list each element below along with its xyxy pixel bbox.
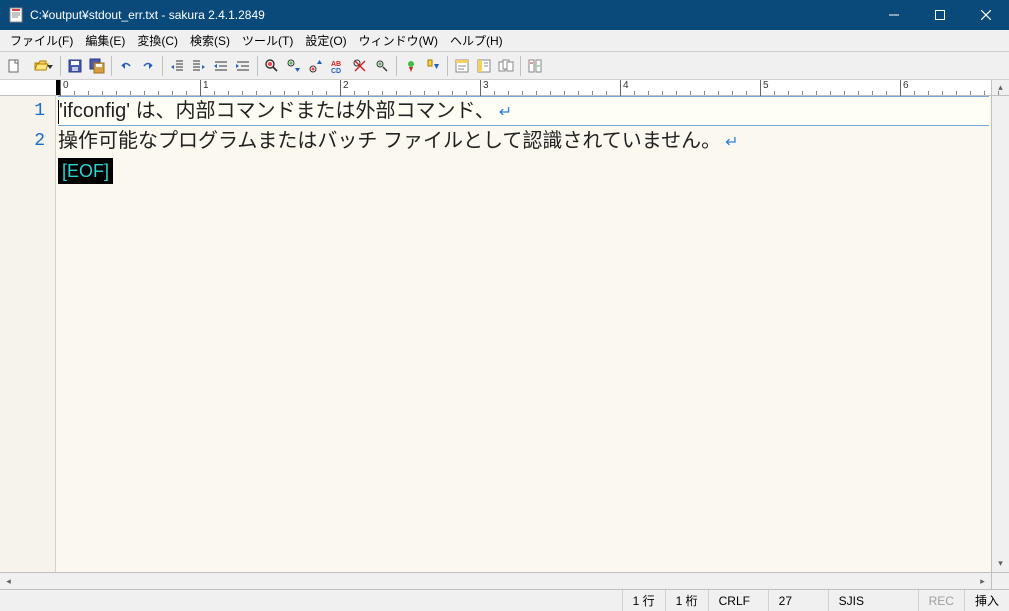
save-icon[interactable] xyxy=(65,55,85,77)
crlf-mark: ↵ xyxy=(499,104,512,121)
line-number: 2 xyxy=(0,126,45,156)
menu-search[interactable]: 検索(S) xyxy=(184,30,236,51)
bookmark-next-icon[interactable] xyxy=(423,55,443,77)
svg-text:AB: AB xyxy=(331,61,341,68)
indent-right-icon[interactable] xyxy=(189,55,209,77)
status-charcode[interactable]: 27 xyxy=(768,590,828,611)
open-file-icon[interactable] xyxy=(26,55,56,77)
ruler-gutter xyxy=(0,80,56,95)
find-prev-icon[interactable] xyxy=(306,55,326,77)
close-button[interactable] xyxy=(963,0,1009,30)
toolbar-separator xyxy=(396,56,397,76)
find-mark-icon[interactable] xyxy=(350,55,370,77)
bookmark-toggle-icon[interactable] xyxy=(401,55,421,77)
outdent-icon[interactable] xyxy=(211,55,231,77)
status-col[interactable]: 1 桁 xyxy=(665,590,708,611)
menu-window[interactable]: ウィンドウ(W) xyxy=(353,30,444,51)
line-number: 1 xyxy=(0,96,45,126)
indent-left-icon[interactable] xyxy=(167,55,187,77)
svg-text:CD: CD xyxy=(331,68,341,74)
menu-edit[interactable]: 編集(E) xyxy=(79,30,131,51)
status-line[interactable]: 1 行 xyxy=(622,590,665,611)
tab-list-icon[interactable] xyxy=(496,55,516,77)
status-insert[interactable]: 挿入 xyxy=(964,590,1009,611)
status-newline[interactable]: CRLF xyxy=(708,590,768,611)
text-line[interactable]: 'ifconfig' は、内部コマンドまたは外部コマンド、↵ xyxy=(58,96,989,126)
toolbar-separator xyxy=(447,56,448,76)
scroll-line-up[interactable]: ▴ xyxy=(991,80,1009,95)
line-number-gutter: 12 xyxy=(0,96,56,572)
new-file-icon[interactable] xyxy=(4,55,24,77)
outline-icon[interactable] xyxy=(452,55,472,77)
window-title: C:¥output¥stdout_err.txt - sakura 2.4.1.… xyxy=(30,8,871,22)
redo-icon[interactable] xyxy=(138,55,158,77)
statusbar: 1 行 1 桁 CRLF 27 SJIS REC 挿入 xyxy=(0,589,1009,611)
toolbar: ABCD xyxy=(0,52,1009,80)
menu-convert[interactable]: 変換(C) xyxy=(131,30,184,51)
scroll-right-icon[interactable]: ▸ xyxy=(974,573,991,589)
size-grip[interactable] xyxy=(991,573,1009,589)
menu-help[interactable]: ヘルプ(H) xyxy=(444,30,509,51)
toolbar-separator xyxy=(162,56,163,76)
horizontal-scrollbar[interactable]: ◂ ▸ xyxy=(0,572,1009,589)
toolbar-separator xyxy=(257,56,258,76)
minimize-button[interactable] xyxy=(871,0,917,30)
menu-settings[interactable]: 設定(O) xyxy=(299,30,352,51)
scroll-left-icon[interactable]: ◂ xyxy=(0,573,17,589)
status-encoding[interactable]: SJIS xyxy=(828,590,918,611)
ruler: 0123456 ▴ xyxy=(0,80,1009,96)
menu-tools[interactable]: ツール(T) xyxy=(236,30,299,51)
text-line[interactable]: 操作可能なプログラムまたはバッチ ファイルとして認識されていません。↵ xyxy=(58,126,989,156)
titlebar: C:¥output¥stdout_err.txt - sakura 2.4.1.… xyxy=(0,0,1009,30)
undo-icon[interactable] xyxy=(116,55,136,77)
replace-icon[interactable]: ABCD xyxy=(328,55,348,77)
indent-icon[interactable] xyxy=(233,55,253,77)
clear-mark-icon[interactable] xyxy=(372,55,392,77)
menu-file[interactable]: ファイル(F) xyxy=(4,30,79,51)
save-all-icon[interactable] xyxy=(87,55,107,77)
maximize-button[interactable] xyxy=(917,0,963,30)
toolbar-separator xyxy=(60,56,61,76)
text-content[interactable]: 'ifconfig' は、内部コマンドまたは外部コマンド、↵操作可能なプログラム… xyxy=(56,96,991,572)
find-icon[interactable] xyxy=(262,55,282,77)
editor: 12 'ifconfig' は、内部コマンドまたは外部コマンド、↵操作可能なプロ… xyxy=(0,96,1009,572)
compare-icon[interactable] xyxy=(525,55,545,77)
menubar: ファイル(F) 編集(E) 変換(C) 検索(S) ツール(T) 設定(O) ウ… xyxy=(0,30,1009,52)
ruler-track[interactable]: 0123456 xyxy=(56,80,991,95)
scroll-down-icon[interactable]: ▾ xyxy=(992,555,1009,572)
crlf-mark: ↵ xyxy=(725,134,738,151)
type-list-icon[interactable] xyxy=(474,55,494,77)
status-rec[interactable]: REC xyxy=(918,590,964,611)
eof-marker: [EOF] xyxy=(58,158,113,184)
toolbar-separator xyxy=(520,56,521,76)
app-icon xyxy=(8,7,24,23)
toolbar-separator xyxy=(111,56,112,76)
vertical-scrollbar[interactable]: ▾ xyxy=(991,96,1009,572)
find-next-icon[interactable] xyxy=(284,55,304,77)
